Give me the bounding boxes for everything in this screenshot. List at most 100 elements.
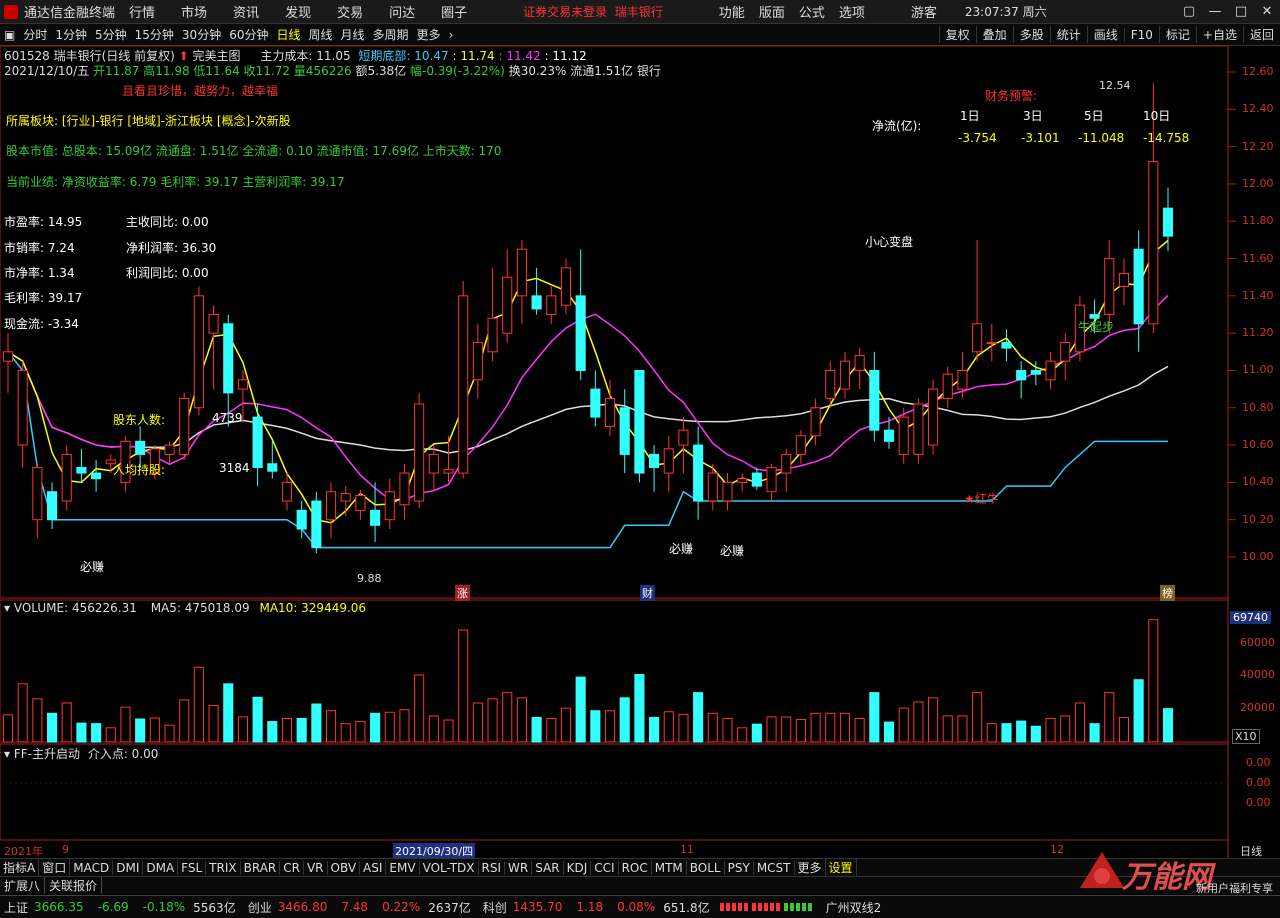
indicator-1[interactable]: 窗口 — [39, 859, 71, 876]
indicator-7[interactable]: BRAR — [241, 860, 281, 875]
volume-bar — [737, 727, 748, 743]
up-arrow-icon: ⬆ — [178, 49, 189, 63]
indicator-5[interactable]: FSL — [178, 860, 207, 875]
indicator-3[interactable]: DMI — [113, 860, 144, 875]
main-chart-name[interactable]: 完美主图 — [193, 49, 241, 63]
server-name[interactable]: 广州双线2 — [826, 899, 882, 916]
candle-body — [1104, 258, 1115, 315]
revenue-yoy: 主收同比: 0.00 — [126, 215, 209, 229]
indicator-2[interactable]: MACD — [70, 860, 114, 875]
candle-body — [399, 472, 410, 506]
indicator-0[interactable]: 指标A — [0, 859, 40, 876]
candle-body — [164, 444, 175, 455]
volume-bar — [839, 712, 851, 743]
indicator-19[interactable]: ROC — [619, 860, 652, 875]
volume-bar — [252, 696, 263, 743]
price-axis-label: 10.00 — [1242, 550, 1274, 563]
volume-bar — [384, 711, 395, 743]
candle-body — [1118, 272, 1130, 288]
indicator-24[interactable]: 更多 — [795, 859, 826, 876]
zhang-marker[interactable]: 涨 — [455, 585, 470, 601]
volume-bar — [487, 698, 498, 743]
vol-axis-60000: 60000 — [1240, 636, 1275, 649]
volume-bar — [1060, 715, 1071, 743]
finance-warning: 财务预警: — [985, 89, 1038, 103]
indicator-20[interactable]: MTM — [652, 860, 687, 875]
sh-index-amount: 5563亿 — [193, 900, 236, 915]
tab-guanlian[interactable]: 关联报价 — [45, 877, 103, 894]
candle-body — [1148, 161, 1159, 325]
indicator-25[interactable]: 设置 — [826, 859, 857, 876]
netflow-period-5d: 5日 — [1084, 109, 1104, 123]
collapse-icon-ff[interactable]: ▾ — [4, 747, 10, 761]
candle-body — [898, 416, 909, 455]
holders-label: 股东人数: — [113, 413, 166, 427]
tab-kuozhan[interactable]: 扩展八 — [0, 877, 46, 894]
volume-unit: X10 — [1232, 729, 1260, 744]
candle-body — [443, 468, 454, 474]
cai-marker[interactable]: 财 — [640, 585, 655, 601]
volume-bar — [208, 705, 219, 743]
candle-body — [649, 453, 660, 468]
candle-body — [325, 491, 337, 521]
indicator-15[interactable]: WR — [505, 860, 533, 875]
profit-yoy: 利润同比: 0.00 — [126, 266, 209, 280]
line-value-magenta: : 11.42 — [498, 49, 541, 63]
sh-index-pct: -0.18% — [142, 900, 186, 914]
cy-index-name[interactable]: 创业 — [248, 899, 272, 916]
indicator-9[interactable]: VR — [304, 860, 328, 875]
volume-bar — [458, 629, 469, 743]
short-bottom-value: 10.47 — [414, 49, 449, 63]
sh-index-value: 3666.35 — [34, 900, 84, 914]
indicator-4[interactable]: DMA — [143, 860, 179, 875]
netflow-label: 净流(亿): — [872, 119, 922, 133]
price-axis-label: 12.60 — [1242, 65, 1274, 78]
kc-index-name[interactable]: 科创 — [483, 899, 507, 916]
candle-body — [487, 317, 498, 353]
indicator-22[interactable]: PSY — [725, 860, 754, 875]
volume-bar — [560, 707, 572, 743]
cursor-date: 2021/09/30/四 — [393, 843, 476, 859]
candle-body — [957, 369, 968, 390]
price-axis-label: 11.20 — [1242, 326, 1274, 340]
sh-index-name[interactable]: 上证 — [4, 899, 28, 916]
indicator-14[interactable]: RSI — [479, 860, 506, 875]
candle-body — [913, 403, 924, 455]
bang-marker[interactable]: 榜 — [1160, 585, 1175, 601]
indicator-6[interactable]: TRIX — [206, 860, 241, 875]
indicator-10[interactable]: OBV — [328, 860, 361, 875]
indicator-8[interactable]: CR — [280, 860, 304, 875]
ff-axis-top: 0.00 — [1246, 756, 1271, 769]
low-price-mark: 9.88 — [357, 572, 382, 585]
indicator-21[interactable]: BOLL — [687, 860, 725, 875]
candle-body — [766, 466, 777, 493]
indicator-17[interactable]: KDJ — [564, 860, 592, 875]
indicator-12[interactable]: EMV — [386, 860, 420, 875]
volume-bar — [105, 727, 116, 743]
indicator-16[interactable]: SAR — [532, 860, 564, 875]
volume-bar — [825, 712, 836, 743]
candle-body — [340, 493, 351, 502]
volume-bar — [281, 717, 293, 743]
candle-body — [91, 472, 102, 480]
volume-bar — [707, 712, 718, 743]
collapse-icon[interactable]: ▾ — [4, 601, 10, 615]
indicator-13[interactable]: VOL-TDX — [420, 860, 479, 875]
candle-body — [355, 494, 366, 511]
price-axis-label: 11.60 — [1242, 251, 1274, 265]
volume-bar — [678, 713, 689, 743]
candle-body — [32, 466, 43, 521]
price-axis-label: 10.20 — [1242, 512, 1274, 526]
volume-bar — [604, 710, 616, 743]
volume-bar — [502, 692, 513, 743]
ma-line-magenta — [7, 294, 1169, 501]
indicator-11[interactable]: ASI — [360, 860, 387, 875]
indicator-18[interactable]: CCI — [591, 860, 619, 875]
candle-body — [1001, 341, 1012, 349]
motto-text: 且看且珍惜，越努力，越幸福 — [122, 84, 279, 98]
indicator-23[interactable]: MCST — [754, 860, 795, 875]
hongniu-signal: ★红牛 — [964, 492, 999, 506]
candle-body — [942, 373, 953, 399]
volume-bar — [1148, 619, 1159, 743]
candle-body — [722, 481, 733, 502]
